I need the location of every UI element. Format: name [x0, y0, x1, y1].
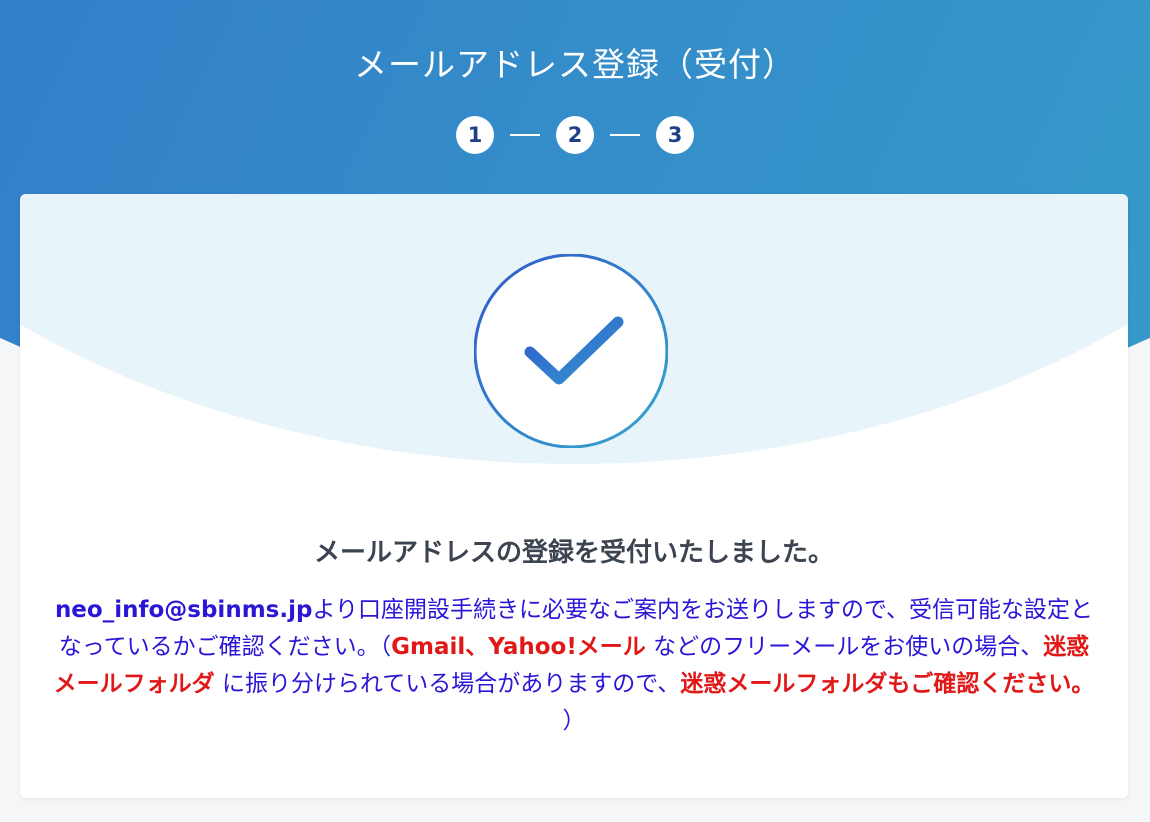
success-message: メールアドレスの登録を受付いたしました。	[313, 538, 834, 568]
step-2: 2	[556, 116, 594, 154]
notice-text: に振り分けられている場合がありますので、	[214, 671, 681, 697]
checkmark-svg	[474, 254, 668, 448]
spam-folder-check-highlight: 迷惑メールフォルダもご確認ください。	[680, 671, 1095, 697]
step-connector	[610, 134, 640, 136]
step-indicator: 1 2 3	[0, 116, 1150, 154]
step-connector	[510, 134, 540, 136]
step-1: 1	[456, 116, 494, 154]
notice-text: ）	[562, 708, 586, 734]
checkmark-icon	[474, 254, 668, 448]
email-notice: neo_info@sbinms.jpより口座開設手続きに必要なご案内をお送りしま…	[50, 592, 1098, 740]
notice-text: などのフリーメールをお使いの場合、	[645, 634, 1044, 660]
confirmation-card: メールアドレスの登録を受付いたしました。 neo_info@sbinms.jpよ…	[20, 194, 1128, 798]
free-mail-highlight: Gmail、Yahoo!メール	[391, 634, 646, 660]
sender-email: neo_info@sbinms.jp	[54, 597, 313, 623]
step-3: 3	[656, 116, 694, 154]
page-title: メールアドレス登録（受付）	[354, 45, 796, 84]
